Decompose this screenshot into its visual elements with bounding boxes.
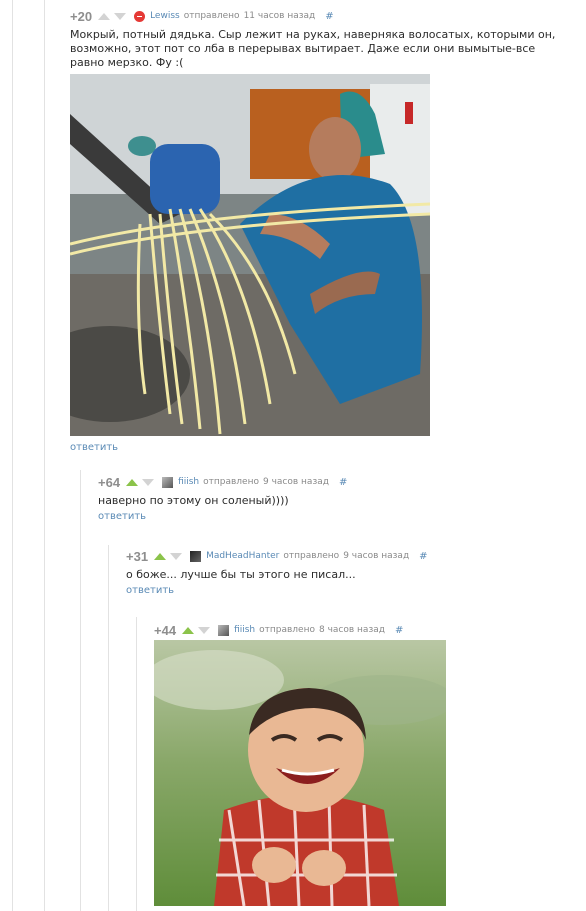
comment: +44 fiiish отправлено 8 часов назад # [154,622,574,906]
downvote-icon[interactable] [170,552,183,560]
cheese-worker-photo [70,74,430,436]
comment-time[interactable]: 8 часов назад [319,625,385,635]
comment-rating: +64 [98,474,121,490]
comment-rating: +20 [70,8,93,24]
username-link[interactable]: fiiish [234,625,255,635]
permalink[interactable]: # [419,551,427,562]
thread-line [80,470,81,911]
username-link[interactable]: MadHeadHanter [206,551,279,561]
comment: +20 Lewiss отправлено 11 часов назад # М… [70,8,570,453]
thread-line [108,545,109,911]
posted-label: отправлено [203,477,259,487]
comment-time[interactable]: 11 часов назад [244,11,316,21]
comment-header: +20 Lewiss отправлено 11 часов назад # [70,8,570,24]
avatar [162,476,174,488]
upvote-icon[interactable] [98,12,111,20]
avatar [134,10,146,22]
evil-toddler-photo [154,640,446,906]
thread-line [12,0,13,911]
username-link[interactable]: fiiish [178,477,199,487]
comment-text: наверно по этому он соленый)))) [98,494,289,507]
comment-image[interactable] [70,74,430,436]
comment-text: Мокрый, потный дядька. Сыр лежит на рука… [70,28,556,69]
comment-image[interactable] [154,640,446,906]
downvote-icon[interactable] [142,478,155,486]
thread-line [136,617,137,911]
reply-link[interactable]: ответить [70,442,570,453]
downvote-icon[interactable] [114,12,127,20]
comment: +64 fiiish отправлено 9 часов назад # на… [98,474,568,523]
upvote-icon[interactable] [126,478,139,486]
comment-header: +31 MadHeadHanter отправлено 9 часов наз… [126,548,566,564]
permalink[interactable]: # [395,625,403,636]
downvote-icon[interactable] [198,626,211,634]
upvote-icon[interactable] [182,626,195,634]
comment-header: +64 fiiish отправлено 9 часов назад # [98,474,568,490]
avatar [218,624,230,636]
comment-text: о боже... лучше бы ты этого не писал... [126,568,356,581]
upvote-icon[interactable] [154,552,167,560]
posted-label: отправлено [183,11,240,21]
reply-link[interactable]: ответить [126,585,566,596]
comment: +31 MadHeadHanter отправлено 9 часов наз… [126,548,566,597]
permalink[interactable]: # [325,11,333,22]
comment-time[interactable]: 9 часов назад [263,477,329,487]
reply-link[interactable]: ответить [98,511,568,522]
comment-header: +44 fiiish отправлено 8 часов назад # [154,622,574,638]
thread-line [44,0,45,911]
posted-label: отправлено [283,551,340,561]
comment-rating: +31 [126,548,149,564]
username-link[interactable]: Lewiss [150,11,180,21]
comment-rating: +44 [154,622,177,638]
posted-label: отправлено [259,625,315,635]
avatar [190,550,202,562]
comment-time[interactable]: 9 часов назад [343,551,409,561]
permalink[interactable]: # [339,477,347,488]
